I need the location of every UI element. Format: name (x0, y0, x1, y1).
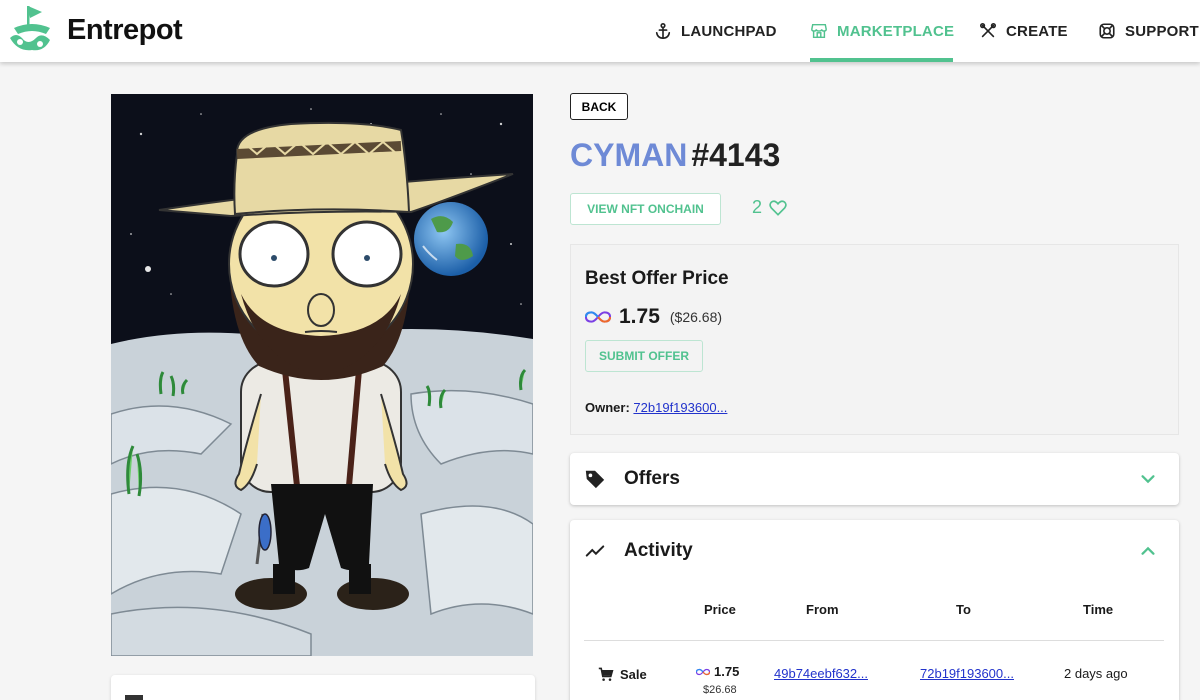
table-divider (584, 640, 1164, 641)
activity-title: Activity (624, 540, 693, 561)
brand-name[interactable]: Entrepot (67, 14, 183, 47)
owner-label: Owner: (585, 400, 630, 415)
list-icon (125, 695, 143, 700)
tools-icon (979, 22, 997, 38)
back-button[interactable]: BACK (570, 93, 628, 120)
price-usd: ($26.68) (669, 309, 723, 325)
price-amount: 1.75 (619, 305, 660, 328)
activity-accordion-header[interactable]: Activity (570, 520, 1179, 582)
like-button[interactable]: 2 (752, 197, 788, 218)
nav-label: LAUNCHPAD (681, 22, 777, 40)
column-header-to: To (956, 602, 971, 617)
chevron-up-icon[interactable] (1139, 542, 1157, 560)
store-icon (811, 23, 827, 39)
nav-create[interactable]: CREATE (979, 0, 1068, 62)
icp-token-icon (696, 668, 710, 675)
table-row: Sale 1.75 $26.68 49b74eebf632... 72b19f1… (584, 652, 1164, 700)
owner-address-link[interactable]: 72b19f193600... (633, 400, 727, 415)
offers-accordion-header[interactable]: Offers (570, 453, 1179, 505)
heart-icon (769, 199, 787, 216)
to-address-link[interactable]: 72b19f193600... (920, 666, 1014, 681)
nft-title: CYMAN #4143 (570, 137, 780, 174)
tag-icon (585, 470, 605, 489)
details-card (111, 675, 535, 700)
best-offer-label: Best Offer Price (585, 268, 729, 289)
row-price: 1.75 (696, 664, 739, 679)
row-time: 2 days ago (1064, 666, 1128, 681)
row-price-amount: 1.75 (714, 664, 740, 679)
trend-line-icon (585, 545, 605, 557)
offers-accordion: Offers (570, 453, 1179, 505)
column-header-from: From (806, 602, 839, 617)
collection-name[interactable]: CYMAN (570, 137, 687, 173)
like-count: 2 (752, 197, 763, 217)
submit-offer-button[interactable]: SUBMIT OFFER (585, 340, 703, 372)
entrepot-logo[interactable] (6, 2, 58, 56)
active-nav-indicator (810, 58, 953, 62)
lifebuoy-icon (1099, 23, 1115, 39)
from-address-link[interactable]: 49b74eebf632... (774, 666, 868, 681)
nft-artwork[interactable] (111, 94, 533, 656)
offers-title: Offers (624, 468, 680, 489)
nav-label: MARKETPLACE (837, 22, 955, 40)
cart-icon (598, 667, 614, 681)
row-price-usd: $26.68 (703, 684, 737, 696)
best-offer-card: Best Offer Price 1.75 ($26.68) SUBMIT OF… (570, 244, 1179, 435)
nav-launchpad[interactable]: LAUNCHPAD (654, 0, 777, 62)
anchor-icon (655, 22, 671, 40)
nav-label: SUPPORT (1125, 22, 1199, 40)
activity-accordion: Activity Price From To Time Sale 1.75 $2… (570, 520, 1179, 700)
owner-row: Owner: 72b19f193600... (585, 400, 727, 415)
activity-type: Sale (598, 666, 647, 682)
activity-type-label: Sale (620, 666, 647, 682)
column-header-time: Time (1083, 602, 1114, 617)
best-offer-price: 1.75 ($26.68) (585, 305, 722, 329)
column-header-price: Price (704, 602, 736, 617)
nav-support[interactable]: SUPPORT (1098, 0, 1199, 62)
nav-label: CREATE (1006, 22, 1068, 40)
top-navbar: Entrepot LAUNCHPAD MARKETPLACE CREATE SU… (0, 0, 1200, 62)
nav-marketplace[interactable]: MARKETPLACE (810, 0, 954, 62)
icp-token-icon (585, 311, 611, 323)
nft-number: #4143 (691, 137, 781, 173)
view-nft-onchain-button[interactable]: VIEW NFT ONCHAIN (570, 193, 721, 225)
chevron-down-icon[interactable] (1139, 470, 1157, 488)
